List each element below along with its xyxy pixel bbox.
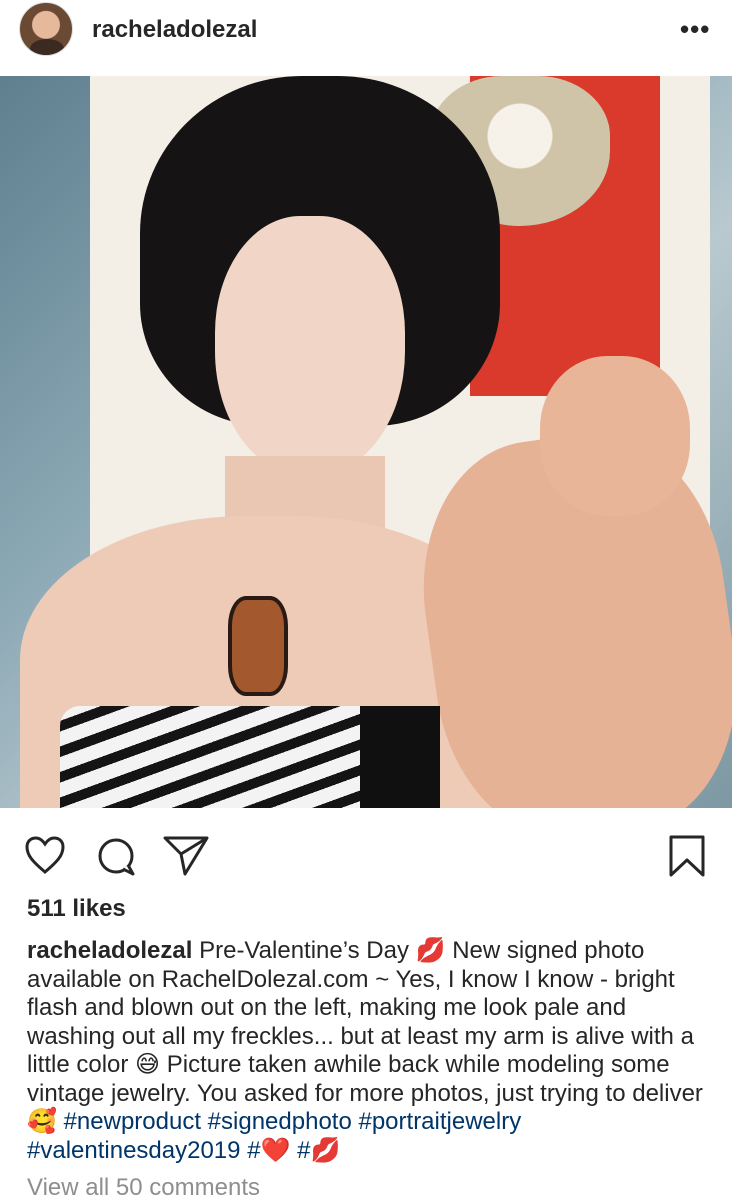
hashtag-signedphoto[interactable]: #signedphoto bbox=[208, 1108, 352, 1135]
hashtag-valentinesday2019[interactable]: #valentinesday2019 bbox=[27, 1137, 241, 1164]
caption-text: Pre-Valentine’s Day 💋 New signed photo a… bbox=[27, 937, 703, 1135]
hashtag-portraitjewelry[interactable]: #portraitjewelry bbox=[358, 1108, 521, 1135]
hashtag-newproduct[interactable]: #newproduct bbox=[64, 1108, 201, 1135]
post-caption: racheladolezal Pre-Valentine’s Day 💋 New… bbox=[27, 937, 717, 1165]
post-photo[interactable] bbox=[0, 76, 732, 808]
profile-avatar[interactable] bbox=[19, 2, 73, 56]
view-all-comments-link[interactable]: View all 50 comments bbox=[27, 1174, 260, 1202]
comment-bubble-icon[interactable] bbox=[96, 836, 136, 876]
post-username[interactable]: racheladolezal bbox=[92, 16, 257, 44]
hashtag-heart[interactable]: #❤️ bbox=[247, 1137, 290, 1164]
photo-face bbox=[215, 216, 405, 476]
post-header: racheladolezal ••• bbox=[0, 0, 732, 76]
hashtag-kiss[interactable]: #💋 bbox=[297, 1137, 340, 1164]
post-actions bbox=[0, 808, 732, 888]
photo-necklace bbox=[228, 596, 288, 696]
photo-hand bbox=[540, 356, 690, 516]
caption-username[interactable]: racheladolezal bbox=[27, 937, 192, 964]
likes-count[interactable]: 511 likes bbox=[27, 895, 126, 923]
photo-dress-side bbox=[360, 706, 440, 808]
paper-plane-icon[interactable] bbox=[163, 834, 209, 876]
bookmark-icon[interactable] bbox=[667, 834, 707, 878]
heart-icon[interactable] bbox=[24, 836, 66, 876]
more-options-icon[interactable]: ••• bbox=[680, 14, 710, 45]
